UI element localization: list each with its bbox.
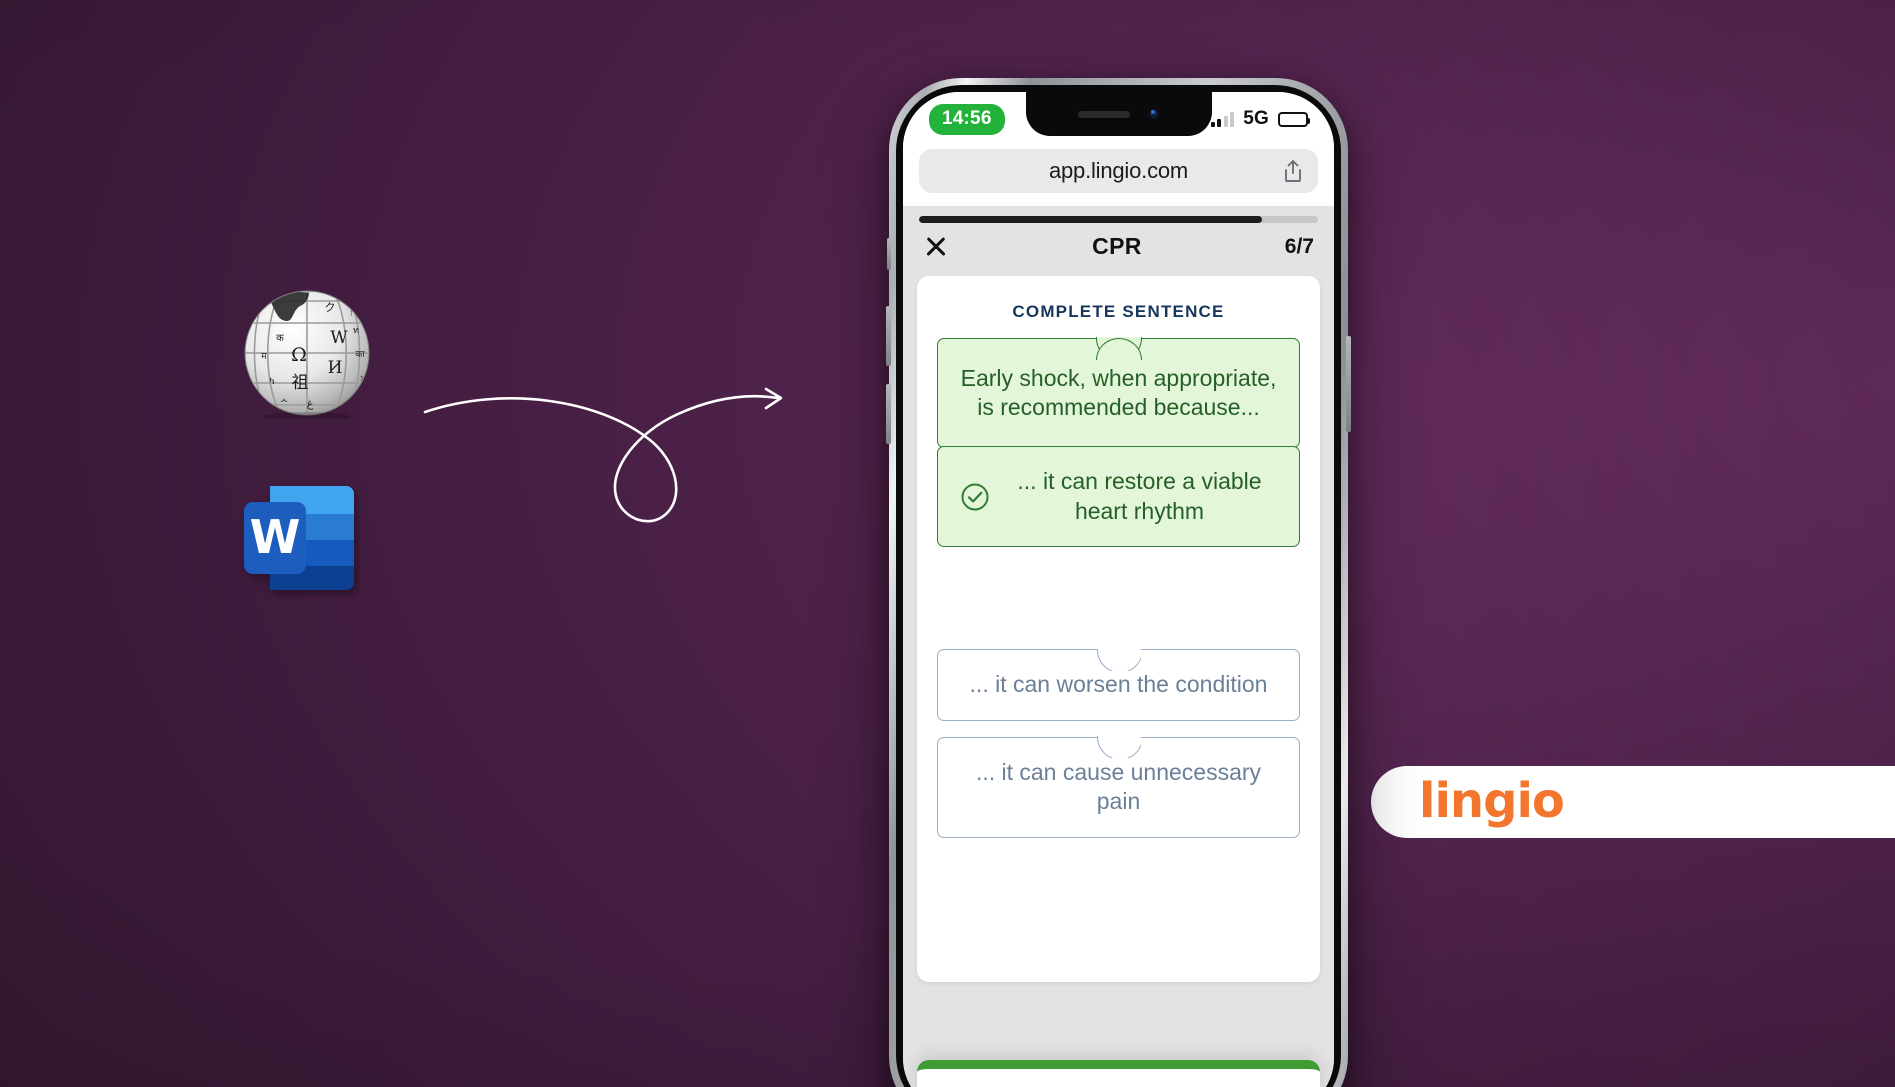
lesson-title: CPR — [1092, 233, 1142, 259]
feedback-panel: Correct answer The correct answer is: ..… — [917, 1059, 1320, 1087]
power-button[interactable] — [1346, 336, 1351, 432]
share-icon[interactable] — [1282, 159, 1304, 183]
svg-text:lingio: lingio — [1419, 774, 1564, 829]
curved-loop-arrow-icon — [400, 370, 830, 550]
status-bar: 14:56 5G — [903, 92, 1334, 146]
network-label: 5G — [1243, 108, 1269, 129]
cellular-signal-icon — [1210, 111, 1235, 127]
question-prompt-block: Early shock, when appropriate, is recomm… — [937, 337, 1300, 448]
svg-text:क: क — [276, 333, 284, 344]
svg-text:W: W — [250, 510, 301, 564]
close-icon[interactable] — [923, 234, 949, 260]
svg-text:祖: 祖 — [292, 373, 309, 393]
svg-text:И: И — [328, 358, 343, 378]
svg-text:ᄉ: ᄉ — [280, 398, 288, 409]
lingio-wordmark: lingio — [1419, 774, 1565, 829]
answer-option-1-text: ... it can worsen the condition — [969, 671, 1268, 698]
status-time: 14:56 — [929, 103, 1005, 135]
svg-text:ካ: ካ — [270, 377, 275, 387]
question-type-label: COMPLETE SENTENCE — [1012, 302, 1225, 321]
volume-up-button[interactable] — [886, 306, 891, 366]
lesson-progress-fill — [919, 216, 1263, 223]
answer-option-1[interactable]: ... it can worsen the condition — [937, 648, 1300, 721]
silent-switch[interactable] — [887, 238, 891, 270]
app-header: CPR 6/7 — [903, 206, 1334, 276]
svg-text:म: म — [261, 352, 267, 362]
microsoft-word-icon: W — [236, 478, 360, 598]
puzzle-knob — [1096, 648, 1141, 671]
status-indicators: 5G — [1210, 108, 1310, 130]
svg-text:Ω: Ω — [291, 344, 307, 366]
selected-answer-text: ... it can restore a viable heart rhythm — [1017, 468, 1262, 524]
question-counter: 6/7 — [1284, 234, 1314, 258]
earpiece-speaker — [1077, 110, 1130, 118]
answer-option-2-text: ... it can cause unnecessary pain — [975, 758, 1262, 815]
phone-mockup: 14:56 5G app.lingio.com CPR 6/7 COMPLETE… — [886, 78, 1351, 1087]
volume-down-button[interactable] — [886, 384, 891, 444]
puzzle-knob — [1095, 337, 1142, 361]
answer-option-2[interactable]: ... it can cause unnecessary pain — [937, 736, 1300, 838]
svg-text:W: W — [330, 328, 348, 348]
svg-text:का: का — [355, 350, 365, 360]
url-text: app.lingio.com — [1048, 158, 1189, 183]
quiz-card: COMPLETE SENTENCE Early shock, when appr… — [917, 276, 1320, 982]
selected-answer-block[interactable]: ... it can restore a viable heart rhythm — [937, 446, 1300, 548]
address-bar[interactable]: app.lingio.com — [919, 149, 1318, 193]
svg-text:ク: ク — [325, 301, 336, 314]
svg-text:ท: ท — [353, 326, 359, 336]
phone-screen: 14:56 5G app.lingio.com CPR 6/7 COMPLETE… — [903, 92, 1334, 1087]
check-circle-icon — [961, 483, 989, 511]
lingio-logo-badge: lingio — [1371, 766, 1895, 838]
battery-low-icon — [1278, 111, 1310, 127]
card-area: COMPLETE SENTENCE Early shock, when appr… — [903, 276, 1334, 1087]
question-prompt-text: Early shock, when appropriate, is recomm… — [960, 364, 1277, 420]
svg-text:غ: غ — [307, 397, 314, 410]
puzzle-knob — [1096, 736, 1141, 759]
header-row: CPR 6/7 — [903, 223, 1334, 276]
front-camera — [1147, 108, 1160, 120]
notch — [1025, 92, 1212, 136]
browser-bar: app.lingio.com — [903, 146, 1334, 206]
lesson-progress-bar — [919, 216, 1318, 223]
wikipedia-globe-icon: Ω W И 祖 क म ካ का ท ク ᚠ غ ᄉ צ — [234, 281, 380, 419]
